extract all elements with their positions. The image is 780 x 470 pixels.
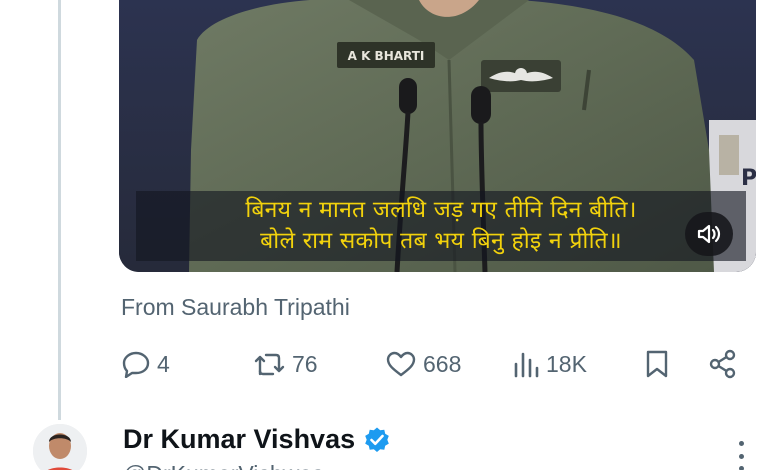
more-dot (738, 441, 744, 446)
bookmark-button[interactable] (644, 345, 670, 383)
retweet-count: 76 (292, 350, 318, 377)
views-button[interactable]: 18K (512, 345, 587, 383)
more-options-button[interactable] (728, 441, 754, 470)
reply-button[interactable]: 4 (121, 345, 170, 383)
author-handle[interactable]: @DrKumarVishwas (123, 461, 324, 470)
video-caption: बिनय न मानत जलधि जड़ गए तीनि दिन बीति। ब… (136, 191, 746, 261)
thread-connector-line (58, 0, 61, 420)
views-count: 18K (546, 350, 587, 377)
mute-button[interactable] (685, 212, 733, 256)
retweet-button[interactable]: 76 (252, 345, 318, 383)
background-corner-text: P (741, 166, 756, 191)
views-icon (514, 352, 539, 378)
video-attribution[interactable]: From Saurabh Tripathi (121, 294, 350, 321)
avatar[interactable] (33, 424, 87, 470)
video-player[interactable]: A K BHARTI P बिनय न मानत जलधि जड़ गए तीन… (119, 0, 756, 272)
author-photo (33, 424, 87, 470)
like-count: 668 (423, 350, 462, 377)
reply-icon (122, 351, 150, 378)
speaker-muted-icon (697, 224, 721, 244)
more-dot (738, 466, 744, 470)
author-row[interactable]: Dr Kumar Vishvas (123, 424, 391, 455)
share-icon (709, 349, 736, 379)
reply-count: 4 (157, 350, 170, 377)
verified-badge-icon (365, 427, 389, 452)
retweet-icon (254, 353, 285, 376)
author-name[interactable]: Dr Kumar Vishvas (123, 424, 355, 455)
name-tag-text: A K BHARTI (348, 49, 425, 63)
caption-line-2: बोले राम सकोप तब भय बिनु होइ न प्रीति॥ (260, 228, 622, 254)
more-dot (738, 453, 744, 459)
bookmark-icon (646, 350, 668, 378)
share-button[interactable] (708, 345, 738, 383)
like-icon (386, 351, 416, 377)
caption-line-1: बिनय न मानत जलधि जड़ गए तीनि दिन बीति। (245, 197, 637, 223)
like-button[interactable]: 668 (385, 345, 461, 383)
